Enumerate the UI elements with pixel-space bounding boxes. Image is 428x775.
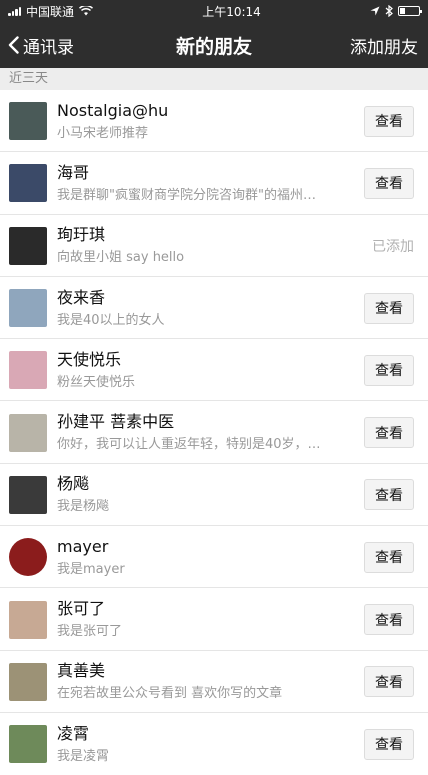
navigation-bar: 通讯录 新的朋友 添加朋友 [0, 22, 428, 68]
friend-name: 张可了 [57, 599, 106, 619]
chevron-left-icon [8, 36, 19, 54]
back-label: 通讯录 [23, 37, 74, 58]
friend-name: 真善美 [57, 661, 106, 681]
friend-name: 夜来香 [57, 287, 106, 307]
friend-request-list: Nostalgia@hu 小马宋老师推荐 查看 海哥 我是群聊"疯蜜财商学院分院咨询群"… [0, 90, 428, 775]
avatar [9, 600, 47, 639]
add-friend-button[interactable]: 添加朋友 [350, 33, 428, 58]
view-button[interactable]: 查看 [364, 167, 414, 199]
friend-info: 凌霄 我是凌霄 [57, 723, 342, 766]
wifi-icon [79, 6, 94, 16]
view-button[interactable]: 查看 [364, 604, 414, 636]
friend-info: 张可了 我是张可了 [57, 598, 342, 641]
friend-request-row[interactable]: mayer 我是mayer 查看 [0, 526, 428, 589]
friend-info: 孙建平 菩素中医你好，我可以让人重返年轻，特别是40岁，… [57, 411, 342, 454]
friend-message: 我是群聊"疯蜜财商学院分院咨询群"的福州… [57, 187, 316, 203]
friend-request-row[interactable]: 张可了 我是张可了 查看 [0, 588, 428, 651]
friend-request-row[interactable]: 杨飚 我是杨飚 查看 [0, 464, 428, 527]
avatar [9, 226, 47, 265]
avatar [9, 289, 47, 328]
friend-name: 杨飚 [57, 474, 90, 494]
friend-request-row[interactable]: 珣玗琪向故里小姐 say hello 已添加 [0, 215, 428, 278]
friend-request-row[interactable]: 夜来香 我是40以上的女人 查看 [0, 277, 428, 340]
added-status: 已添加 [372, 238, 414, 255]
friend-info: 天使悦乐粉丝天使悦乐 [57, 349, 342, 392]
avatar [9, 164, 47, 203]
avatar [9, 662, 47, 701]
friend-message: 向故里小姐 say hello [57, 250, 185, 266]
friend-info: 珣玗琪向故里小姐 say hello [57, 224, 342, 267]
bluetooth-icon [385, 5, 393, 17]
friend-name: mayer [57, 536, 109, 556]
friend-message: 我是mayer [57, 561, 125, 577]
friend-name: Nostalgia@hu [57, 100, 169, 120]
friend-request-row[interactable]: 海哥我是群聊"疯蜜财商学院分院咨询群"的福州… 查看 [0, 152, 428, 215]
friend-info: mayer 我是mayer [57, 536, 342, 579]
friend-request-row[interactable]: 凌霄 我是凌霄 查看 [0, 713, 428, 775]
friend-message: 我是40以上的女人 [57, 312, 165, 328]
friend-name: 珣玗琪 [57, 225, 106, 245]
friend-name: 凌霄 [57, 723, 90, 743]
back-button[interactable]: 通讯录 [0, 33, 74, 58]
view-button[interactable]: 查看 [364, 292, 414, 324]
view-button[interactable]: 查看 [364, 541, 414, 573]
view-button[interactable]: 查看 [364, 354, 414, 386]
friend-request-row[interactable]: 孙建平 菩素中医你好，我可以让人重返年轻，特别是40岁，… 查看 [0, 401, 428, 465]
friend-info: 真善美在宛若故里公众号看到 喜欢你写的文章 [57, 660, 342, 703]
friend-message: 我是张可了 [57, 624, 123, 640]
signal-icon [8, 6, 21, 16]
friend-message: 粉丝天使悦乐 [57, 374, 136, 390]
avatar [9, 102, 47, 141]
location-arrow-icon [370, 6, 380, 16]
view-button[interactable]: 查看 [364, 105, 414, 137]
friend-request-row[interactable]: 天使悦乐 粉丝天使悦乐 查看 [0, 339, 428, 402]
view-button[interactable]: 查看 [364, 479, 414, 511]
friend-message: 你好，我可以让人重返年轻，特别是40岁，… [57, 437, 321, 453]
friend-info: 夜来香我是40以上的女人 [57, 287, 342, 330]
friend-message: 我是杨飚 [57, 499, 110, 515]
friend-request-row[interactable]: Nostalgia@hu 小马宋老师推荐 查看 [0, 90, 428, 153]
page-title: 新的朋友 [175, 35, 253, 58]
avatar [9, 413, 47, 452]
friend-message: 小马宋老师推荐 [57, 125, 149, 141]
status-bar: 中国联通 上午10:14 [0, 0, 428, 22]
view-button[interactable]: 查看 [364, 666, 414, 698]
friend-message: 在宛若故里公众号看到 喜欢你写的文章 [57, 686, 283, 702]
section-header: 近三天 [0, 68, 428, 90]
friend-name: 孙建平 菩素中医 [57, 412, 175, 432]
friend-message: 我是凌霄 [57, 748, 110, 764]
carrier-label: 中国联通 [26, 4, 75, 19]
avatar [9, 351, 47, 390]
view-button[interactable]: 查看 [364, 728, 414, 760]
friend-info: Nostalgia@hu 小马宋老师推荐 [57, 100, 342, 143]
avatar [9, 538, 47, 577]
avatar [9, 475, 47, 514]
friend-info: 杨飚 我是杨飚 [57, 473, 342, 516]
status-time: 上午10:14 [202, 4, 261, 19]
friend-name: 天使悦乐 [57, 349, 122, 369]
view-button[interactable]: 查看 [364, 417, 414, 449]
battery-icon [397, 6, 422, 16]
avatar [9, 725, 47, 764]
friend-info: 海哥我是群聊"疯蜜财商学院分院咨询群"的福州… [57, 162, 342, 205]
friend-request-row[interactable]: 真善美 在宛若故里公众号看到 喜欢你写的文章 查看 [0, 651, 428, 714]
friend-name: 海哥 [57, 162, 90, 182]
